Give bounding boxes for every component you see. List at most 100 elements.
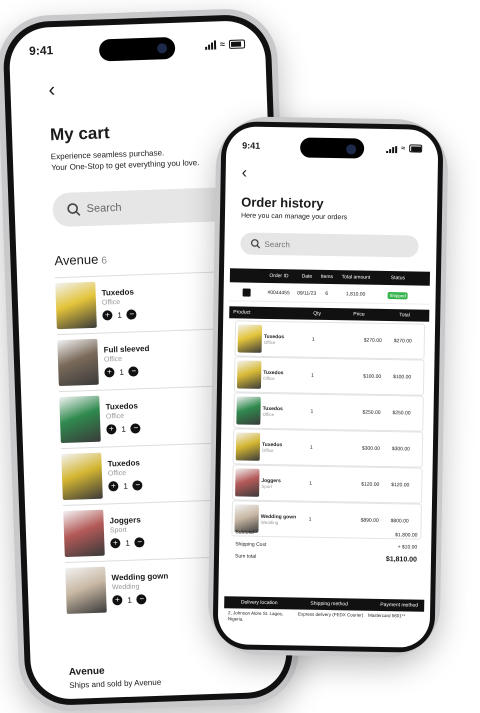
chevron-left-icon[interactable]: ‹ — [242, 164, 248, 182]
store-item-count: 6 — [101, 255, 108, 267]
cart-item-info: Tuxedos Office +1− — [105, 401, 142, 435]
footer-store-name: Avenue — [68, 665, 105, 678]
status-icons: ≈ — [205, 38, 246, 50]
product-thumbnail — [57, 338, 99, 387]
product-thumbnail — [235, 468, 260, 497]
minus-icon[interactable]: − — [136, 594, 147, 605]
item-qty: 1 — [308, 516, 312, 523]
search-input[interactable]: Search — [240, 232, 419, 258]
product-name: Tuxedos — [101, 287, 135, 298]
minus-icon[interactable]: − — [134, 537, 145, 548]
order-item-row[interactable]: Tuxedos Office 1 $100.00 $100.00 — [233, 356, 425, 396]
sum-total-label: Sum total — [234, 553, 257, 560]
item-total: $250.00 — [392, 410, 411, 417]
sum-total-value: $1,810.00 — [385, 555, 418, 564]
wifi-icon: ≈ — [219, 39, 226, 50]
product-category: Office — [262, 411, 275, 417]
quantity-stepper: +1− — [102, 309, 138, 321]
status-bar: 9:41 ≈ — [29, 34, 246, 60]
product-category: Wedding — [260, 519, 279, 525]
item-total: $300.00 — [391, 446, 410, 453]
product-thumbnail — [63, 509, 105, 558]
product-thumbnail — [235, 432, 261, 461]
battery-icon — [409, 144, 423, 153]
plus-icon[interactable]: + — [104, 367, 115, 378]
order-items-list: Tuxedos Office 1 $270.00 $270.00 Tuxedos Offic… — [231, 320, 426, 540]
items-table-header: Product Qty Price Total — [229, 306, 430, 322]
store-name: Avenue — [54, 251, 99, 269]
col-qty: Qty — [313, 310, 322, 317]
product-thumbnail — [237, 324, 263, 353]
product-category: Wedding — [111, 583, 140, 592]
quantity-stepper: +1− — [106, 423, 142, 435]
order-item-row[interactable]: Joggers Sport 1 $120.00 $120.00 — [232, 464, 423, 504]
product-category: Office — [107, 469, 127, 478]
plus-icon[interactable]: + — [112, 595, 123, 606]
signal-icon — [386, 143, 398, 153]
cart-item-info: Wedding gown Wedding +1− — [111, 571, 169, 606]
item-price: $890.00 — [360, 517, 379, 524]
product-thumbnail — [59, 395, 101, 444]
order-screen: 9:41 ≈ ‹ Order history Here you can mana… — [217, 126, 439, 648]
minus-icon[interactable]: − — [132, 480, 143, 491]
cart-footer: Avenue Ships and sold by Avenue — [69, 664, 162, 690]
quantity-value: 1 — [125, 538, 130, 548]
col-product: Product — [233, 309, 251, 316]
quantity-value: 1 — [121, 424, 126, 434]
order-item-info: Wedding gown Wedding — [261, 513, 309, 525]
product-thumbnail — [236, 360, 262, 389]
order-item-row[interactable]: Tuxedos Office 1 $270.00 $270.00 — [234, 320, 426, 360]
item-price: $120.00 — [361, 481, 380, 488]
item-price: $270.00 — [363, 337, 382, 344]
order-item-row[interactable]: Tuxedos Office 1 $300.00 $300.00 — [232, 428, 424, 468]
order-row[interactable]: #0044455 09/11/23 6 1,810.00 Shipped — [229, 284, 430, 305]
signal-icon — [205, 39, 217, 50]
order-item-info: Tuxedos Office — [262, 405, 310, 417]
order-total: 1,810.00 — [345, 291, 366, 298]
col-date: Date — [301, 273, 313, 280]
col-total-amount: Total amount — [341, 274, 371, 281]
payment-method: Mastercard 5601** — [367, 612, 406, 619]
col-blank — [230, 275, 264, 276]
item-total: $800.00 — [390, 518, 409, 525]
footer-store-sub: Ships and sold by Avenue — [69, 677, 162, 690]
col-delivery-location: Delivery location — [240, 599, 278, 607]
minus-icon[interactable]: − — [130, 423, 142, 434]
order-item-row[interactable]: Tuxedos Office 1 $250.00 $250.00 — [233, 392, 424, 432]
shipping-method: Express delivery (FEDX Courier) — [297, 611, 364, 618]
chevron-left-icon[interactable]: ‹ — [48, 79, 55, 102]
product-category: Office — [261, 447, 274, 453]
col-status: Status — [390, 275, 406, 282]
store-heading: Avenue 6 — [54, 251, 108, 269]
product-name: Joggers — [109, 515, 141, 526]
quantity-stepper: +1− — [110, 537, 145, 549]
cart-item-info: Tuxedos Office +1− — [101, 287, 138, 321]
order-phone: 9:41 ≈ ‹ Order history Here you can mana… — [207, 116, 449, 658]
item-qty: 1 — [309, 480, 313, 487]
cart-item-info: Joggers Sport +1− — [109, 515, 145, 549]
order-items: 6 — [325, 290, 329, 297]
minus-icon[interactable]: − — [128, 366, 140, 377]
page-subtitle: Experience seamless purchase. Your One-S… — [51, 145, 222, 173]
product-category: Office — [101, 298, 121, 307]
status-badge: Shipped — [387, 291, 408, 299]
item-price: $250.00 — [362, 409, 381, 416]
item-price: $300.00 — [361, 445, 380, 452]
plus-icon[interactable]: + — [108, 481, 119, 492]
product-name: Tuxedos — [105, 401, 139, 412]
col-total: Total — [399, 312, 410, 319]
order-item-info: Tuxedos Office — [262, 441, 310, 453]
plus-icon[interactable]: + — [110, 538, 121, 549]
delivery-row: 2, Johnson Alore St. Lagos, Nigeria. Exp… — [228, 610, 424, 625]
page-title: My cart — [49, 123, 110, 145]
plus-icon[interactable]: + — [102, 310, 113, 321]
minus-icon[interactable]: − — [126, 309, 138, 320]
col-items: Items — [320, 273, 334, 281]
item-qty: 1 — [311, 372, 315, 379]
status-bar: 9:41 ≈ — [242, 136, 423, 157]
plus-icon[interactable]: + — [106, 424, 117, 435]
page-title: Order history — [241, 194, 324, 211]
search-placeholder: Search — [264, 239, 290, 249]
status-time: 9:41 — [242, 140, 261, 151]
product-name: Wedding gown — [111, 571, 169, 583]
